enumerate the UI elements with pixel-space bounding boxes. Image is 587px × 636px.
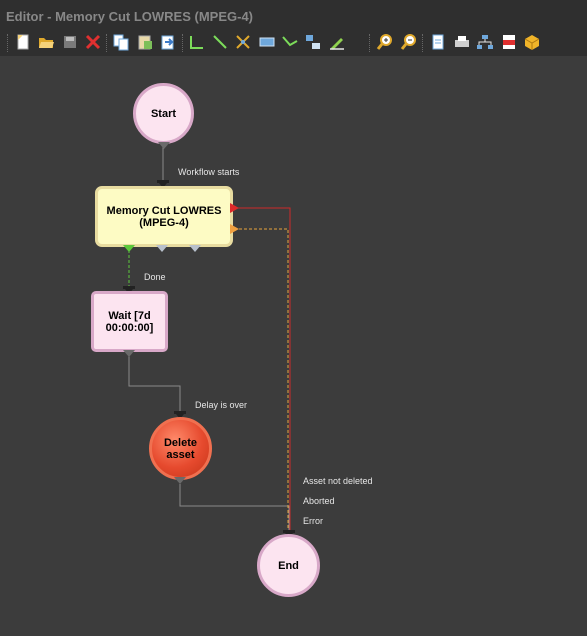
open-icon[interactable] [37, 33, 55, 51]
edge-label-workflow-starts: Workflow starts [178, 167, 240, 177]
wire-delete-to-end [179, 484, 290, 534]
edge-label-error: Error [303, 516, 323, 526]
page-icon[interactable] [429, 33, 447, 51]
save-icon[interactable] [61, 33, 79, 51]
task-out-port[interactable] [189, 245, 201, 253]
toolbar-separator [182, 34, 185, 52]
toolbar-separator [369, 34, 372, 52]
edge-label-asset-not-deleted: Asset not deleted [303, 476, 373, 486]
start-node[interactable]: Start [133, 83, 194, 144]
copy-icon[interactable] [112, 33, 130, 51]
toolbar [0, 30, 587, 56]
task-node-memory-cut[interactable]: Memory Cut LOWRES (MPEG-4) [95, 186, 233, 247]
align-icon[interactable] [304, 33, 322, 51]
task-out-port[interactable] [156, 245, 168, 253]
new-icon[interactable] [14, 33, 32, 51]
toolbar-separator [422, 34, 425, 52]
hierarchy-icon[interactable] [476, 33, 494, 51]
rectangle-icon[interactable] [258, 33, 276, 51]
end-node[interactable]: End [257, 534, 320, 597]
delete-asset-node[interactable]: Delete asset [149, 417, 212, 480]
cut-connector-icon[interactable] [234, 33, 252, 51]
window-title: Editor - Memory Cut LOWRES (MPEG-4) [6, 9, 253, 24]
edge-label-aborted: Aborted [303, 496, 335, 506]
import-icon[interactable] [159, 33, 177, 51]
straight-connector-icon[interactable] [211, 33, 229, 51]
edge-label-done: Done [144, 272, 166, 282]
pen-icon[interactable] [328, 33, 346, 51]
wire-delay [128, 353, 181, 414]
title-bar: Editor - Memory Cut LOWRES (MPEG-4) [0, 0, 587, 30]
wire-error [234, 207, 291, 534]
end-node-label: End [278, 559, 299, 572]
aborted-out-port[interactable] [230, 224, 239, 234]
done-out-port[interactable] [123, 245, 135, 253]
toolbar-separator [106, 34, 109, 52]
wait-out-port[interactable] [123, 350, 135, 358]
print-icon[interactable] [453, 33, 471, 51]
paste-icon[interactable] [136, 33, 154, 51]
task-node-label: Memory Cut LOWRES (MPEG-4) [106, 204, 222, 229]
start-out-port[interactable] [158, 142, 170, 150]
error-out-port[interactable] [230, 203, 239, 213]
package-icon[interactable] [523, 33, 541, 51]
wait-node[interactable]: Wait [7d 00:00:00] [91, 291, 168, 352]
pdf-icon[interactable] [500, 33, 518, 51]
orthogonal-connector-icon[interactable] [188, 33, 206, 51]
delete-asset-label: Delete asset [163, 436, 198, 461]
start-node-label: Start [150, 107, 177, 120]
delete-icon[interactable] [84, 33, 102, 51]
edge-label-delay-is-over: Delay is over [195, 400, 248, 410]
wait-node-label: Wait [7d 00:00:00] [105, 309, 154, 334]
workflow-canvas[interactable]: Start Workflow starts Memory Cut LOWRES … [0, 56, 587, 636]
wire-aborted [234, 228, 289, 534]
delete-out-port[interactable] [174, 477, 186, 485]
zoom-out-icon[interactable] [400, 33, 418, 51]
polyline-icon[interactable] [281, 33, 299, 51]
toolbar-separator [7, 34, 10, 52]
zoom-in-icon[interactable] [376, 33, 394, 51]
